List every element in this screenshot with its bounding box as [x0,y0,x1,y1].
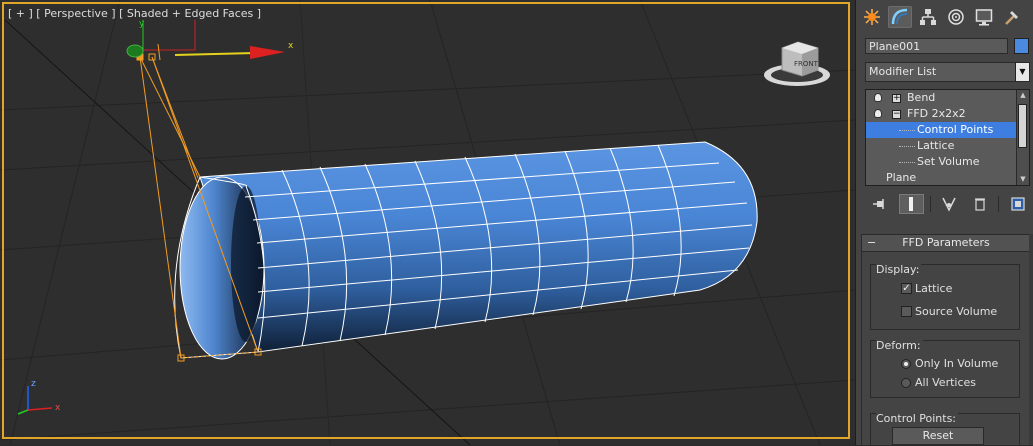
control-points-group-title: Control Points: [876,412,959,425]
command-panel-tabs [860,6,1032,30]
viewport-menu-plus[interactable]: [ + ] [8,7,33,20]
viewport-label: [ + ] [ Perspective ] [ Shaded + Edged F… [8,7,261,20]
stack-item-label: Bend [907,91,936,104]
stack-subitem-control-points[interactable]: Control Points [866,122,1029,138]
trash-icon [974,198,985,211]
utilities-tab[interactable] [1000,6,1024,28]
display-group: Display: ✓ Lattice Source Volume [870,263,1020,330]
stack-item-label: Set Volume [917,155,980,168]
panel-scrollbar[interactable] [1029,234,1033,445]
rollout-title: FFD Parameters [902,236,990,249]
stack-item-plane[interactable]: Plane [866,170,1029,185]
collapse-minus-icon[interactable]: − [892,110,901,119]
axis-tripod: z x [17,379,61,415]
ffd-parameters-rollout: − FFD Parameters Display: ✓ Lattice Sour… [861,234,1031,446]
checkbox-checked-icon[interactable]: ✓ [901,283,912,294]
gizmo-x-label: x [288,41,294,51]
stack-item-label: Plane [886,171,917,184]
perspective-viewport[interactable]: x y FRONT z x [ + ] [ Perspective ] [ Sh… [0,0,855,445]
modifier-list-dropdown[interactable]: Modifier List ▼ [865,62,1030,82]
gizmo-y-label: y [139,19,145,29]
stack-item-bend[interactable]: + Bend [866,90,1029,106]
tripod-z-label: z [31,379,36,389]
monitor-icon [975,9,993,26]
lightbulb-icon[interactable] [874,93,882,102]
checkbox-label: Lattice [915,282,953,295]
modifier-list-label: Modifier List [869,65,937,78]
stack-item-label: Control Points [917,123,994,136]
stack-item-label: FFD 2x2x2 [907,107,966,120]
object-name-field[interactable] [865,38,1008,54]
stack-scrollbar[interactable]: ▲ ▼ [1016,90,1029,185]
pin-icon [873,199,885,209]
collapse-minus-icon[interactable]: − [867,235,876,251]
stack-toolbar [868,193,1030,215]
viewcube[interactable]: FRONT [764,41,830,86]
checkbox-label: Source Volume [915,305,998,318]
viewport-scene[interactable]: x y FRONT z x [0,0,855,445]
stack-subitem-set-volume[interactable]: Set Volume [866,154,1029,170]
toolbar-separator [998,196,1000,212]
tripod-x-label: x [55,403,61,413]
toolbar-separator [929,196,931,212]
sparkle-icon [864,9,880,25]
scroll-down-icon[interactable]: ▼ [1017,174,1029,185]
stack-subitem-lattice[interactable]: Lattice [866,138,1029,154]
stack-item-ffd[interactable]: − FFD 2x2x2 [866,106,1029,122]
deform-group: Deform: Only In Volume All Vertices [870,339,1020,398]
motion-icon [948,9,964,25]
display-group-title: Display: [876,263,922,276]
make-unique-button[interactable] [937,194,962,214]
radio-label: All Vertices [915,376,977,389]
configure-sets-icon [1010,197,1025,211]
object-name-row [865,38,1029,55]
viewport-shading-menu[interactable]: [ Shaded + Edged Faces ] [119,7,261,20]
expand-plus-icon[interactable]: + [892,94,901,103]
lightbulb-icon[interactable] [874,109,882,118]
deform-group-title: Deform: [876,339,923,352]
object-color-swatch[interactable] [1014,38,1029,54]
configure-sets-button[interactable] [1005,194,1030,214]
hierarchy-tab[interactable] [916,6,940,28]
viewport-view-menu[interactable]: [ Perspective ] [36,7,115,20]
display-tab[interactable] [972,6,996,28]
command-panel: Modifier List ▼ + Bend − FFD 2x2x2 Contr… [855,0,1033,446]
chevron-down-icon: ▼ [1015,63,1029,81]
modifier-stack[interactable]: + Bend − FFD 2x2x2 Control Points Lattic… [865,89,1030,186]
hierarchy-icon [920,9,936,25]
motion-tab[interactable] [944,6,968,28]
modify-arc-icon [891,8,908,25]
checkbox-unchecked-icon[interactable] [901,306,912,317]
radio-unselected-icon[interactable] [901,378,911,388]
rollout-header[interactable]: − FFD Parameters [862,235,1030,252]
viewcube-front-label: FRONT [794,60,819,68]
tube-mesh[interactable] [174,141,758,360]
modify-tab[interactable] [888,6,912,28]
radio-selected-icon[interactable] [901,359,911,369]
show-end-result-icon [909,197,914,211]
radio-label: Only In Volume [915,357,999,370]
hammer-icon [1005,11,1018,25]
remove-modifier-button[interactable] [967,194,992,214]
reset-button[interactable]: Reset [892,427,984,445]
stack-scroll-thumb[interactable] [1018,104,1027,148]
show-end-result-button[interactable] [898,194,924,214]
pin-stack-button[interactable] [868,194,893,214]
create-tab[interactable] [860,6,884,28]
stack-item-label: Lattice [917,139,955,152]
scroll-up-icon[interactable]: ▲ [1017,90,1029,101]
make-unique-icon [942,197,956,212]
